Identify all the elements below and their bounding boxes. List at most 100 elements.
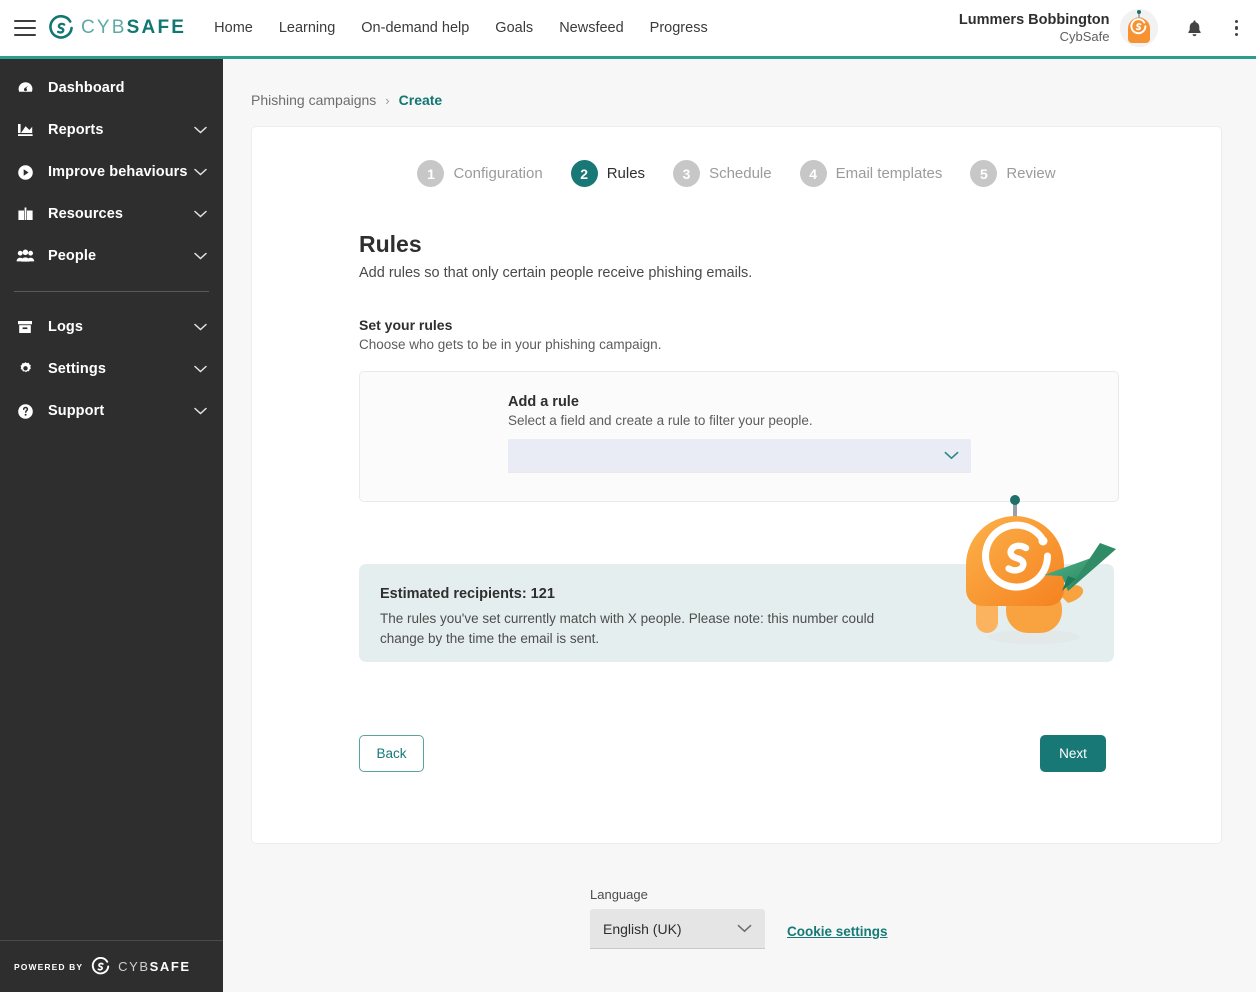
nav-item-progress[interactable]: Progress: [650, 20, 708, 36]
step-label: Schedule: [709, 165, 772, 182]
sidebar-item-people[interactable]: People: [0, 235, 223, 277]
nav-item-newsfeed[interactable]: Newsfeed: [559, 20, 623, 36]
step-number: 2: [570, 160, 598, 187]
dashboard-icon: [14, 78, 36, 98]
breadcrumb: Phishing campaigns › Create: [223, 59, 1256, 108]
footer-logo-text-cyb: CYB: [118, 959, 150, 974]
avatar[interactable]: [1119, 9, 1158, 47]
logo-text-cyb: CYB: [81, 17, 127, 38]
top-header-bar: CYB SAFE Home Learning On-demand help Go…: [0, 0, 1256, 59]
estimated-recipients-text: The rules you've set currently match wit…: [380, 611, 875, 646]
step-number: 5: [970, 160, 998, 187]
cybsafe-mark-icon: [91, 957, 110, 975]
people-icon: [14, 246, 36, 266]
rule-field-select[interactable]: [508, 439, 971, 473]
breadcrumb-current: Create: [398, 92, 443, 108]
step-rules[interactable]: 2 Rules: [570, 160, 646, 187]
user-info[interactable]: Lummers Bobbington CybSafe: [959, 11, 1110, 45]
step-schedule[interactable]: 3 Schedule: [673, 160, 772, 187]
campaign-wizard-card: 1 Configuration 2 Rules 3 Schedule 4 Ema…: [251, 126, 1222, 844]
chevron-down-icon: [737, 924, 752, 933]
cookie-settings-link[interactable]: Cookie settings: [787, 924, 888, 939]
sidebar-item-improve-behaviours[interactable]: Improve behaviours: [0, 151, 223, 193]
wizard-stepper: 1 Configuration 2 Rules 3 Schedule 4 Ema…: [252, 127, 1221, 187]
kebab-menu-icon[interactable]: [1231, 16, 1243, 41]
step-configuration[interactable]: 1 Configuration: [417, 160, 543, 187]
chevron-down-icon: [194, 168, 207, 176]
sidebar-label-resources: Resources: [48, 206, 124, 222]
breadcrumb-separator-icon: ›: [385, 92, 390, 108]
wizard-body: Rules Add rules so that only certain peo…: [252, 231, 1221, 662]
cybsafe-mark-icon: [49, 15, 73, 39]
step-email-templates[interactable]: 4 Email templates: [799, 160, 943, 187]
estimated-recipients-section: Estimated recipients: 121 The rules you'…: [359, 495, 1116, 662]
play-circle-icon: [14, 162, 36, 182]
language-selector-group: Language English (UK): [590, 887, 765, 949]
sidebar-item-support[interactable]: Support: [0, 390, 223, 432]
logo-text-safe: SAFE: [126, 17, 187, 38]
add-rule-card: Add a rule Select a field and create a r…: [359, 371, 1119, 502]
sidebar-item-settings[interactable]: Settings: [0, 348, 223, 390]
page-footer: Language English (UK) Cookie settings: [590, 887, 888, 949]
chevron-down-icon: [944, 451, 959, 460]
sidebar-item-logs[interactable]: Logs: [0, 306, 223, 348]
hamburger-icon[interactable]: [14, 20, 36, 36]
sidebar-label-settings: Settings: [48, 361, 106, 377]
chevron-down-icon: [194, 323, 207, 331]
book-icon: [14, 204, 36, 224]
powered-by-label: POWERED BY: [14, 961, 84, 972]
sidebar-divider: [14, 291, 209, 292]
section-title: Set your rules: [359, 317, 453, 333]
step-label: Email templates: [835, 165, 943, 182]
sidebar-item-resources[interactable]: Resources: [0, 193, 223, 235]
robot-with-paper-plane-illustration: [952, 491, 1124, 656]
sidebar-label-people: People: [48, 248, 97, 264]
add-rule-title: Add a rule: [508, 394, 579, 410]
top-navigation: Home Learning On-demand help Goals Newsf…: [214, 20, 708, 36]
gear-icon: [14, 359, 36, 379]
nav-item-home[interactable]: Home: [214, 20, 253, 36]
sidebar-nav: Dashboard Reports Improve behaviours Res…: [0, 59, 223, 940]
step-label: Configuration: [453, 165, 543, 182]
language-select[interactable]: English (UK): [590, 909, 765, 949]
step-review[interactable]: 5 Review: [970, 160, 1056, 187]
archive-box-icon: [14, 317, 36, 337]
breadcrumb-parent[interactable]: Phishing campaigns: [251, 92, 376, 108]
step-number: 4: [799, 160, 827, 187]
sidebar-item-reports[interactable]: Reports: [0, 109, 223, 151]
sidebar-label-logs: Logs: [48, 319, 84, 335]
language-label: Language: [590, 887, 648, 902]
sidebar-label-reports: Reports: [48, 122, 104, 138]
page-subtitle: Add rules so that only certain people re…: [359, 265, 753, 281]
nav-item-learning[interactable]: Learning: [279, 20, 335, 36]
bell-icon[interactable]: [1186, 19, 1203, 38]
cybsafe-logo[interactable]: CYB SAFE: [48, 15, 186, 41]
step-label: Rules: [606, 165, 646, 182]
back-button[interactable]: Back: [359, 735, 424, 772]
wizard-actions: Back Next: [359, 735, 1106, 772]
language-select-value: English (UK): [603, 920, 682, 937]
reports-chart-icon: [14, 120, 36, 140]
main-content: Phishing campaigns › Create 1 Configurat…: [223, 59, 1256, 992]
user-name: Lummers Bobbington: [958, 11, 1110, 28]
chevron-down-icon: [194, 210, 207, 218]
nav-item-on-demand-help[interactable]: On-demand help: [361, 20, 469, 36]
chevron-down-icon: [194, 407, 207, 415]
chevron-down-icon: [194, 126, 207, 134]
sidebar-footer: POWERED BY CYB SAFE: [0, 940, 223, 992]
sidebar: Dashboard Reports Improve behaviours Res…: [0, 59, 223, 992]
sidebar-label-improve-behaviours: Improve behaviours: [48, 164, 188, 180]
chevron-down-icon: [194, 365, 207, 373]
step-number: 3: [673, 160, 701, 187]
help-circle-icon: [14, 401, 36, 421]
next-button[interactable]: Next: [1040, 735, 1106, 772]
section-subtitle: Choose who gets to be in your phishing c…: [359, 337, 662, 352]
sidebar-item-dashboard[interactable]: Dashboard: [0, 67, 223, 109]
step-number: 1: [417, 160, 445, 187]
sidebar-label-dashboard: Dashboard: [48, 80, 125, 96]
step-label: Review: [1006, 165, 1056, 182]
add-rule-subtitle: Select a field and create a rule to filt…: [508, 413, 813, 428]
page-title: Rules: [359, 231, 422, 257]
nav-item-goals[interactable]: Goals: [495, 20, 533, 36]
avatar-robot-icon: [1119, 9, 1158, 47]
